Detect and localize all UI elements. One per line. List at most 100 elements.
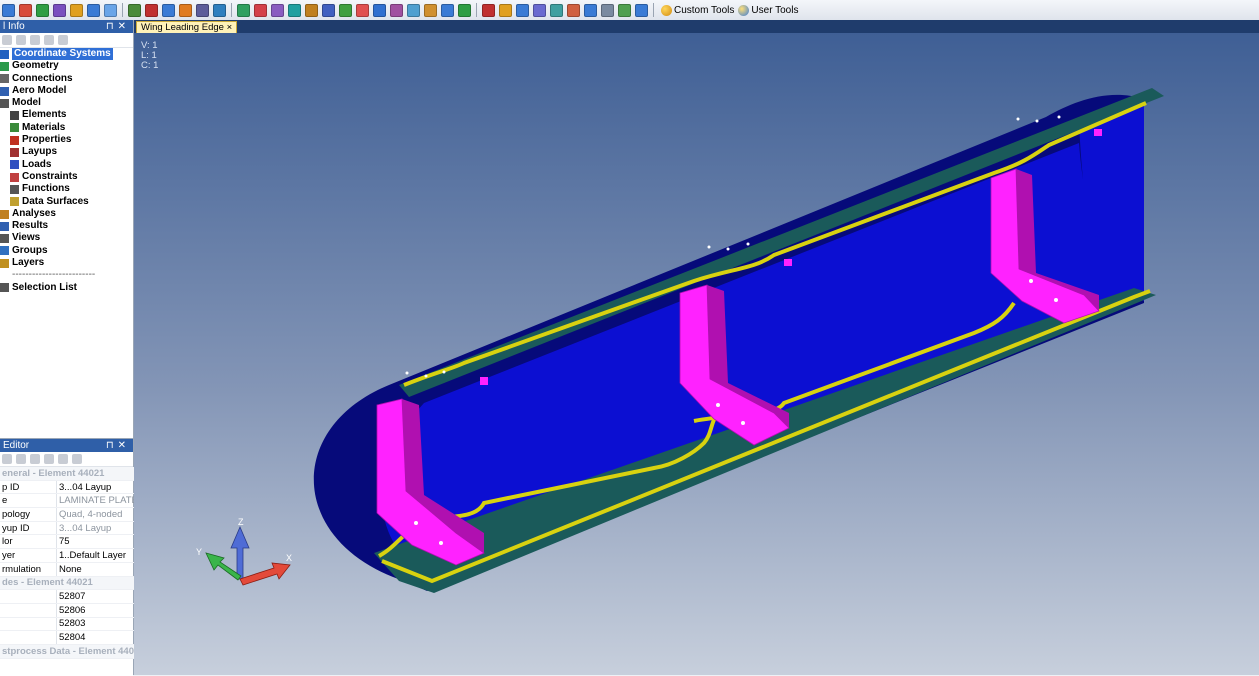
wing-leading-edge-model[interactable]: Z Y X: [134, 33, 1259, 675]
tree-item-label: -------------------------: [12, 269, 96, 281]
toolbar-tool-icon[interactable]: [305, 3, 318, 17]
toolbar-tool-icon[interactable]: [424, 3, 437, 17]
toolbar-tool-icon[interactable]: [339, 3, 352, 17]
toolbar-tool-icon[interactable]: [482, 3, 495, 17]
toolbar-tool-icon[interactable]: [407, 3, 420, 17]
toolbar-tool-icon[interactable]: [356, 3, 369, 17]
toolbar-tool-icon[interactable]: [36, 3, 49, 17]
brush-icon[interactable]: [58, 35, 68, 45]
custom-tools-menu[interactable]: Custom Tools: [661, 4, 734, 16]
property-row[interactable]: lor 75: [0, 534, 147, 550]
toolbar-tool-icon[interactable]: [87, 3, 100, 17]
toolbar-tool-icon[interactable]: [322, 3, 335, 17]
property-row[interactable]: e LAMINATE PLATE: [0, 493, 147, 509]
tree-item[interactable]: Results: [0, 220, 133, 232]
toolbar-tool-icon[interactable]: [584, 3, 597, 17]
toolbar-tool-icon[interactable]: [237, 3, 250, 17]
toolbar-tool-icon[interactable]: [128, 3, 141, 17]
toolbar-tool-icon[interactable]: [635, 3, 648, 17]
tree-item[interactable]: Analyses: [0, 208, 133, 220]
toolbar-tool-icon[interactable]: [19, 3, 32, 17]
collapse-all-icon[interactable]: [72, 454, 82, 464]
toolbar-tool-icon[interactable]: [179, 3, 192, 17]
toolbar-tool-icon[interactable]: [441, 3, 454, 17]
sort-alpha-icon[interactable]: [44, 454, 54, 464]
tree-item[interactable]: Functions: [0, 183, 133, 195]
tree-item-label: Analyses: [12, 207, 56, 219]
toolbar-tool-icon[interactable]: [254, 3, 267, 17]
tree-item[interactable]: Layups: [0, 146, 133, 158]
property-row[interactable]: 52806: [0, 603, 147, 618]
toolbar-tool-icon[interactable]: [567, 3, 580, 17]
tree-item[interactable]: Layers: [0, 257, 133, 269]
toolbar-tool-icon[interactable]: [2, 3, 15, 17]
editor-refresh-icon[interactable]: [16, 454, 26, 464]
toolbar-tool-icon[interactable]: [533, 3, 546, 17]
toolbar-tool-icon[interactable]: [516, 3, 529, 17]
tree-item-label: Selection List: [12, 281, 78, 293]
tree-item[interactable]: Loads: [0, 159, 133, 171]
panel-pin-close-icons[interactable]: ⊓✕: [106, 440, 130, 451]
toolbar-tool-icon[interactable]: [601, 3, 614, 17]
toolbar-tool-icon[interactable]: [271, 3, 284, 17]
toolbar-tool-icon[interactable]: [618, 3, 631, 17]
toolbar-tool-icon[interactable]: [162, 3, 175, 17]
toolbar-tool-icon[interactable]: [213, 3, 226, 17]
tree-item[interactable]: Selection List: [0, 282, 133, 294]
tree-item[interactable]: Materials: [0, 122, 133, 134]
tree-item-label: Coordinate Systems: [12, 48, 113, 61]
toolbar-tool-icon[interactable]: [104, 3, 117, 17]
property-row[interactable]: pology Quad, 4-noded: [0, 507, 147, 522]
property-key: yup ID: [0, 521, 57, 536]
toolbar-separator: [122, 3, 123, 17]
graphics-viewport[interactable]: V: 1 L: 1 C: 1 Z Y X: [134, 33, 1259, 675]
tree-item[interactable]: Aero Model: [0, 85, 133, 97]
property-row[interactable]: yup ID 3...04 Layup: [0, 521, 147, 536]
tree-item[interactable]: Views: [0, 232, 133, 244]
toolbar-tool-icon[interactable]: [390, 3, 403, 17]
sort-categorized-icon[interactable]: [30, 454, 40, 464]
tree-filter-icon[interactable]: [16, 35, 26, 45]
tree-item-label: Groups: [12, 244, 48, 256]
property-row[interactable]: 52807: [0, 589, 147, 604]
user-tools-label: User Tools: [751, 4, 799, 16]
tree-item-label: Constraints: [22, 170, 78, 182]
toolbar-tool-icon[interactable]: [550, 3, 563, 17]
tree-item-icon: [0, 283, 9, 293]
user-tools-menu[interactable]: User Tools: [738, 4, 799, 16]
property-row[interactable]: yer 1..Default Layer: [0, 548, 147, 563]
property-row[interactable]: p ID 3...04 Layup: [0, 480, 147, 495]
tree-item-label: Results: [12, 220, 49, 232]
toolbar-tool-icon[interactable]: [145, 3, 158, 17]
property-row[interactable]: rmulation None: [0, 562, 147, 577]
refresh-icon[interactable]: [2, 35, 12, 45]
tree-item-icon: [10, 135, 19, 145]
collapse-icon[interactable]: [44, 35, 54, 45]
tree-item[interactable]: Coordinate Systems: [0, 48, 133, 61]
tree-item[interactable]: Model: [0, 97, 133, 109]
tree-item[interactable]: Data Surfaces: [0, 196, 133, 208]
toolbar-tool-icon[interactable]: [70, 3, 83, 17]
toolbar-tool-icon[interactable]: [458, 3, 471, 17]
toolbar-tool-icon[interactable]: [373, 3, 386, 17]
toolbar-tool-icon[interactable]: [499, 3, 512, 17]
editor-grid-icon[interactable]: [2, 454, 12, 464]
tree-item[interactable]: Elements: [0, 109, 133, 121]
expand-all-icon[interactable]: [58, 454, 68, 464]
property-row[interactable]: 52804: [0, 630, 147, 645]
tree-item[interactable]: Constraints: [0, 171, 133, 183]
tree-item[interactable]: Properties: [0, 134, 133, 146]
tree-item-label: Elements: [22, 109, 67, 121]
panel-pin-close-icons[interactable]: ⊓✕: [106, 21, 130, 32]
tree-item-icon: [10, 123, 19, 133]
tree-item[interactable]: Groups: [0, 245, 133, 257]
tree-item[interactable]: Connections: [0, 73, 133, 85]
expand-icon[interactable]: [30, 35, 40, 45]
property-group-label: des - Element 44021: [0, 576, 147, 591]
tree-item[interactable]: Geometry: [0, 60, 133, 72]
toolbar-tool-icon[interactable]: [196, 3, 209, 17]
toolbar-tool-icon[interactable]: [288, 3, 301, 17]
toolbar-tool-icon[interactable]: [53, 3, 66, 17]
tab-close-icon[interactable]: ×: [227, 22, 233, 33]
property-row[interactable]: 52803: [0, 617, 147, 632]
